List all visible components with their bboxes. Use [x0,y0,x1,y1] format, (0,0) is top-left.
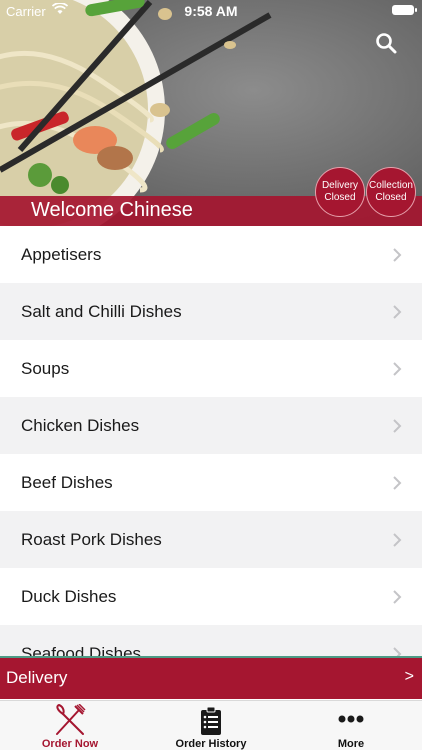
menu-item-seafood-dishes[interactable]: Seafood Dishes [0,625,422,656]
menu-item-salt-and-chilli-dishes[interactable]: Salt and Chilli Dishes [0,283,422,340]
battery-icon [392,5,417,15]
delivery-status-line2: Closed [324,192,356,203]
collection-status-line1: Collection [369,180,413,191]
collection-status-badge: Collection Closed [366,167,416,217]
collection-status-line2: Closed [375,192,407,203]
menu-category-list[interactable]: Appetisers Salt and Chilli Dishes Soups … [0,226,422,656]
menu-item-label: Soups [21,359,70,378]
tab-more[interactable]: More [281,701,421,751]
bottom-tab-bar: Order Now Order History More [0,700,422,750]
welcome-title: Welcome Chinese [31,199,193,221]
menu-item-appetisers[interactable]: Appetisers [0,226,422,283]
status-bar: Carrier 9:58 AM [0,0,422,22]
menu-item-duck-dishes[interactable]: Duck Dishes [0,568,422,625]
menu-item-label: Appetisers [21,245,102,264]
tab-order-history[interactable]: Order History [141,701,281,751]
delivery-status-line1: Delivery [321,180,359,191]
menu-item-label: Seafood Dishes [21,644,142,656]
menu-item-beef-dishes[interactable]: Beef Dishes [0,454,422,511]
chevron-right-icon [393,419,402,433]
menu-item-label: Salt and Chilli Dishes [21,302,182,321]
menu-item-label: Roast Pork Dishes [21,530,162,549]
chevron-right-icon [393,305,402,319]
more-dots-icon [338,715,364,723]
clipboard-icon [201,706,221,735]
chevron-right-icon [393,476,402,490]
delivery-mode-bar[interactable]: Delivery > [0,656,422,699]
delivery-arrow-icon: > [404,668,414,685]
menu-item-roast-pork-dishes[interactable]: Roast Pork Dishes [0,511,422,568]
tab-order-history-label: Order History [175,738,247,750]
chevron-right-icon [393,647,402,656]
menu-item-label: Duck Dishes [21,587,117,606]
chevron-right-icon [393,362,402,376]
menu-item-label: Beef Dishes [21,473,113,492]
menu-item-label: Chicken Dishes [21,416,140,435]
tab-more-label: More [337,738,365,750]
menu-item-soups[interactable]: Soups [0,340,422,397]
tab-order-now-label: Order Now [41,738,99,750]
delivery-status-badge: Delivery Closed [315,167,365,217]
chevron-right-icon [393,590,402,604]
status-time: 9:58 AM [184,3,238,19]
menu-item-chicken-dishes[interactable]: Chicken Dishes [0,397,422,454]
chevron-right-icon [393,248,402,262]
delivery-mode-label: Delivery [6,668,68,687]
search-icon[interactable] [374,31,398,55]
chevron-right-icon [393,533,402,547]
header-hero: Carrier 9:58 AM Welcome Chinese Delivery… [0,0,422,226]
tab-order-now[interactable]: Order Now [0,701,140,751]
fork-knife-icon [56,704,86,735]
